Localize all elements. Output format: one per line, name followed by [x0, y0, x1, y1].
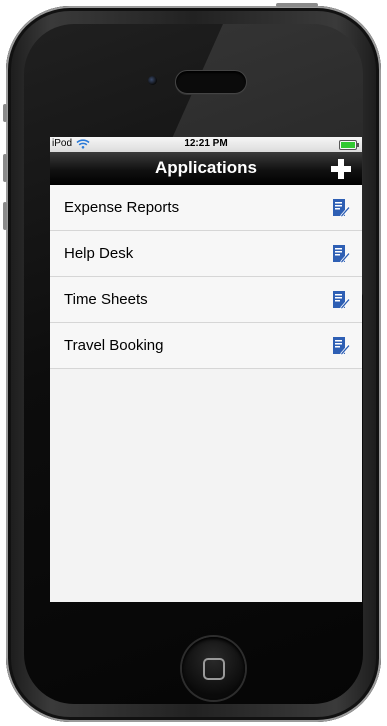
screen: iPod 12:21 PM Applications Expense Repor… [50, 137, 362, 602]
applications-list: Expense Reports Help Desk Time Sheets Tr… [50, 185, 362, 369]
home-button[interactable] [182, 637, 245, 700]
sleep-button [276, 3, 318, 7]
home-square-icon [203, 658, 225, 680]
page-title: Applications [154, 158, 257, 177]
item-label: Travel Booking [64, 337, 164, 354]
item-label: Time Sheets [64, 291, 148, 308]
plus-icon[interactable] [330, 158, 352, 180]
battery-icon [339, 140, 359, 150]
edit-document-icon[interactable] [332, 244, 350, 264]
battery-level [341, 142, 355, 148]
earpiece-speaker [175, 70, 247, 94]
list-item-help-desk[interactable]: Help Desk [50, 231, 362, 277]
list-item-time-sheets[interactable]: Time Sheets [50, 277, 362, 323]
status-bar: iPod 12:21 PM [50, 137, 362, 152]
list-item-expense-reports[interactable]: Expense Reports [50, 185, 362, 231]
edit-document-icon[interactable] [332, 290, 350, 310]
navigation-bar: Applications [50, 152, 362, 185]
edit-document-icon[interactable] [332, 198, 350, 218]
item-label: Expense Reports [64, 199, 180, 216]
edit-document-icon[interactable] [332, 336, 350, 356]
volume-down-button [3, 202, 7, 230]
item-label: Help Desk [64, 245, 134, 262]
mute-switch [3, 104, 7, 122]
list-item-travel-booking[interactable]: Travel Booking [50, 323, 362, 369]
status-time: 12:21 PM [184, 138, 228, 149]
front-camera [148, 76, 157, 85]
volume-up-button [3, 154, 7, 182]
